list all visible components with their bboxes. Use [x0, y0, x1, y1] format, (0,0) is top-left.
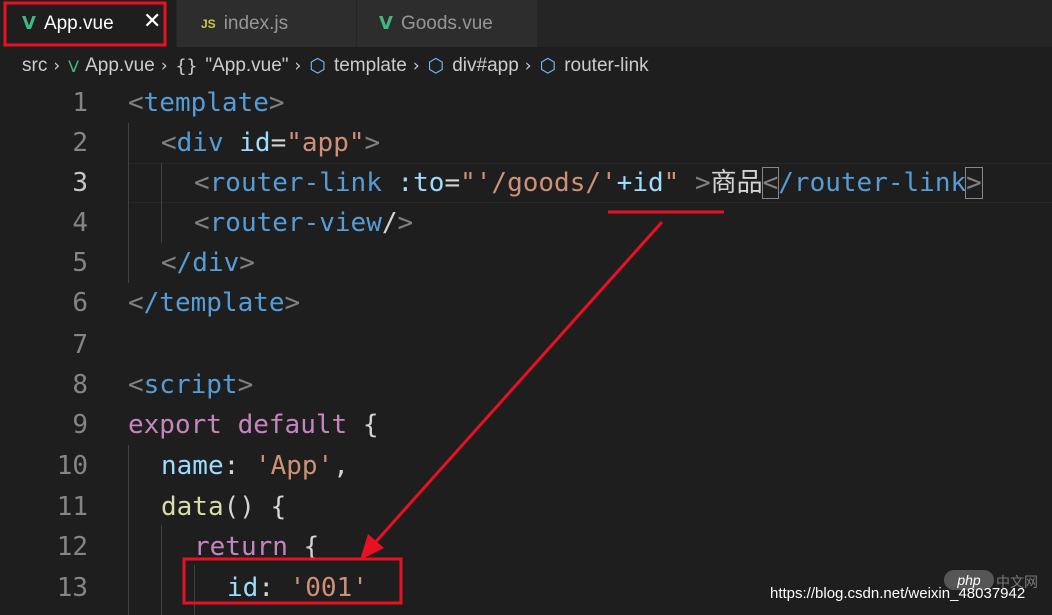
code-text: <router-link :to="'/goods/'+id" >商品</rou…: [194, 167, 983, 199]
line-number: 11: [56, 492, 88, 522]
code-line: 6 </template>: [0, 283, 1052, 323]
tab-goods-vue[interactable]: V Goods.vue: [357, 0, 537, 47]
line-number: 8: [72, 370, 88, 400]
cube-icon: ⬡: [309, 55, 326, 77]
cube-icon: ⬡: [539, 55, 557, 77]
code-line: 7: [0, 325, 1052, 365]
line-number: 9: [72, 410, 88, 440]
breadcrumb-div[interactable]: ⬡ div#app: [428, 55, 519, 77]
code-text: name: 'App',: [161, 451, 349, 481]
vue-icon: V: [68, 56, 80, 76]
line-number: 13: [56, 573, 88, 603]
code-text: <script>: [128, 370, 254, 400]
code-line: 5 </div>: [0, 243, 1052, 283]
code-line: 11 data() {: [0, 487, 1052, 527]
line-number: 10: [56, 451, 88, 481]
chevron-right-icon: ›: [160, 56, 168, 76]
code-text: <router-view/>: [194, 208, 414, 238]
line-number: 4: [72, 208, 88, 238]
watermark-url: https://blog.csdn.net/weixin_48037942: [770, 585, 1026, 602]
vue-icon: V: [379, 13, 393, 34]
code-line: 1 <template>: [0, 83, 1052, 123]
code-line: 12 return {: [0, 527, 1052, 567]
braces-icon: {}: [175, 55, 198, 77]
chevron-right-icon: ›: [53, 56, 61, 76]
breadcrumb-src[interactable]: src: [22, 55, 47, 77]
code-line: 9 export default {: [0, 405, 1052, 445]
code-line: 3 <router-link :to="'/goods/'+id" >商品</r…: [0, 163, 1052, 203]
code-line: 4 <router-view/>: [0, 203, 1052, 243]
code-text: <div id="app">: [161, 128, 381, 158]
code-line: 2 <div id="app">: [0, 123, 1052, 163]
breadcrumb-router-link[interactable]: ⬡ router-link: [540, 55, 649, 77]
tab-label: Goods.vue: [400, 12, 493, 34]
annotation-box-tab: [3, 1, 167, 47]
chevron-right-icon: ›: [524, 56, 532, 76]
breadcrumb-component[interactable]: {} "App.vue": [176, 55, 289, 77]
code-line: 8 <script>: [0, 365, 1052, 405]
code-text: </div>: [161, 248, 255, 278]
tab-label: index.js: [223, 12, 289, 34]
cube-icon: ⬡: [427, 55, 445, 77]
breadcrumb-file[interactable]: V App.vue: [68, 55, 155, 77]
code-line: 10 name: 'App',: [0, 446, 1052, 486]
chevron-right-icon: ›: [294, 56, 302, 76]
line-number: 2: [72, 128, 88, 158]
line-number: 5: [72, 248, 88, 278]
line-number: 12: [56, 532, 88, 562]
code-editor[interactable]: 1 <template> 2 <div id="app"> 3 <router-…: [0, 83, 1052, 615]
code-text: id: '001': [227, 573, 368, 603]
js-icon: JS: [201, 16, 216, 31]
code-text: <template>: [128, 88, 285, 118]
chevron-right-icon: ›: [412, 56, 420, 76]
line-number: 6: [72, 288, 88, 318]
code-text: return {: [194, 532, 320, 562]
breadcrumb-template[interactable]: ⬡ template: [309, 55, 406, 77]
line-number: 7: [72, 330, 88, 360]
code-text: export default {: [128, 410, 379, 440]
line-number: 1: [72, 88, 88, 118]
tab-index-js[interactable]: JS index.js: [177, 0, 356, 47]
line-number: 3: [72, 168, 88, 198]
code-text: data() {: [161, 492, 287, 522]
code-text: </template>: [128, 288, 301, 318]
breadcrumb: src › V App.vue › {} "App.vue" › ⬡ templ…: [0, 47, 1052, 85]
